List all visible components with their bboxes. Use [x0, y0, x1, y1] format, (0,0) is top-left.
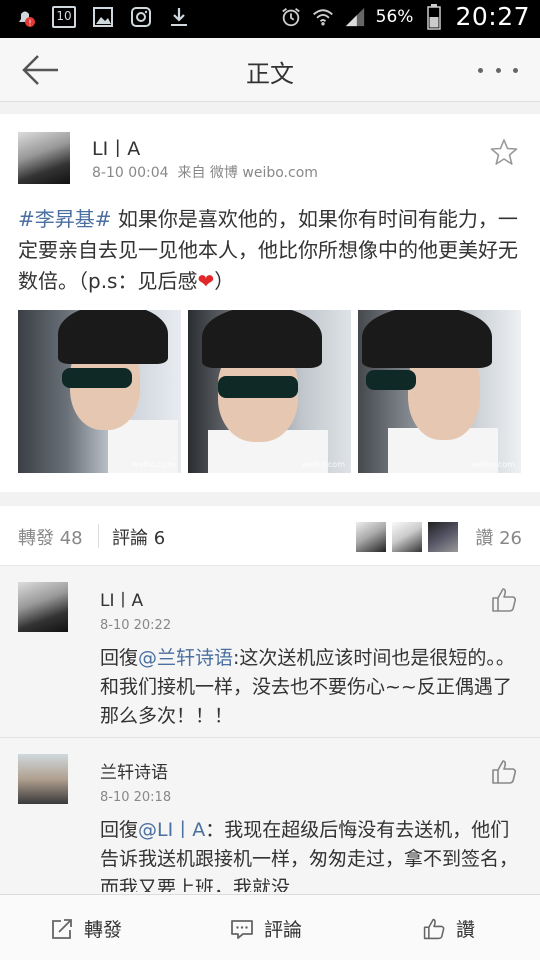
signal-icon: [344, 5, 366, 29]
post-stats-bar: 轉發 48 評論 6 讚 26: [0, 506, 540, 566]
avatar[interactable]: [392, 522, 422, 552]
post-photo[interactable]: weibo.com: [358, 310, 521, 473]
photo-watermark: weibo.com: [131, 460, 175, 469]
comment-like-button[interactable]: [490, 758, 518, 786]
alarm-icon: [280, 5, 302, 29]
mention-link[interactable]: @兰轩诗语: [138, 647, 233, 669]
post-time: 8-10 00:04: [92, 165, 169, 181]
post-body-end: ）: [214, 269, 235, 293]
repost-button[interactable]: 轉發: [50, 915, 122, 942]
download-icon: [168, 5, 190, 29]
avatar[interactable]: [18, 582, 68, 632]
comment-count-tab[interactable]: 評論 6: [112, 524, 165, 550]
comment-button[interactable]: 評論: [230, 915, 302, 942]
like-button[interactable]: 讚: [422, 915, 475, 942]
like-count-tab[interactable]: 讚 26: [475, 524, 522, 550]
bell-alert-icon: !: [14, 5, 36, 29]
comment-author[interactable]: 兰轩诗语: [100, 758, 168, 783]
post-source: 来自 微博 weibo.com: [177, 165, 318, 181]
page-header: 正文: [0, 38, 540, 102]
avatar[interactable]: [18, 132, 70, 184]
comment-bubble-icon: [231, 919, 253, 939]
comment-item: 兰轩诗语 8-10 20:18 回復@LI丨A：我现在超级后悔没有去送机，他们告…: [0, 738, 540, 894]
repost-count-tab[interactable]: 轉發 48: [18, 524, 83, 550]
comment-text: 回復@LI丨A：我现在超级后悔没有去送机，他们告诉我送机跟接机一样，匆匆走过，拿…: [100, 816, 520, 892]
star-outline-icon: [490, 139, 518, 165]
comment-text: 回復@兰轩诗语:这次送机应该时间也是很短的。。和我们接机一样，没去也不要伤心~~…: [100, 644, 520, 731]
avatar[interactable]: [428, 522, 458, 552]
weibo-post: LI丨A 8-10 00:04 来自 微博 weibo.com #李昇基# 如果…: [0, 114, 540, 492]
notification-icons: ! 10: [14, 5, 190, 29]
share-icon: [52, 918, 72, 939]
status-bar: ! 10 56% 20:27: [0, 0, 540, 38]
post-photo[interactable]: weibo.com: [188, 310, 351, 473]
gallery-icon: [92, 5, 114, 29]
repost-label: 轉發: [84, 919, 123, 941]
wifi-icon: [312, 5, 334, 29]
comment-time: 8-10 20:18: [100, 790, 172, 805]
reply-prefix: 回復: [100, 647, 139, 669]
post-text: #李昇基# 如果你是喜欢他的，如果你有时间有能力，一定要亲自去见一见他本人，他比…: [18, 204, 524, 297]
divider: [98, 524, 99, 548]
more-dots-icon: [478, 67, 483, 73]
post-meta: 8-10 00:04 来自 微博 weibo.com: [92, 162, 318, 182]
thumbs-up-icon: [492, 760, 517, 784]
author-name[interactable]: LI丨A: [92, 134, 140, 161]
calendar-icon: 10: [52, 6, 76, 28]
photo-watermark: weibo.com: [471, 460, 515, 469]
comment-author[interactable]: LI丨A: [100, 586, 143, 611]
hashtag-link[interactable]: #李昇基#: [18, 207, 112, 231]
reply-prefix: 回復: [100, 819, 139, 841]
like-label: 讚: [456, 919, 476, 941]
battery-icon: [423, 3, 445, 30]
favorite-button[interactable]: [490, 138, 518, 166]
instagram-icon: [130, 5, 152, 29]
mention-link[interactable]: @LI丨A: [138, 819, 205, 841]
comment-time: 8-10 20:22: [100, 618, 172, 633]
heart-emoji: ❤: [197, 269, 215, 293]
avatar[interactable]: [356, 522, 386, 552]
system-status: 56% 20:27: [280, 2, 530, 31]
liker-avatars[interactable]: [356, 522, 458, 552]
photo-grid: weibo.com weibo.com weibo.com: [18, 310, 521, 473]
comment-label: 評論: [264, 919, 303, 941]
bottom-action-bar: 轉發 評論 讚: [0, 894, 540, 960]
page-title: 正文: [246, 60, 294, 88]
photo-watermark: weibo.com: [301, 460, 345, 469]
clock: 20:27: [455, 2, 530, 31]
svg-text:!: !: [28, 19, 31, 28]
avatar[interactable]: [18, 754, 68, 804]
battery-percentage: 56%: [375, 6, 414, 27]
comment-like-button[interactable]: [490, 586, 518, 614]
more-options-button[interactable]: [478, 56, 518, 84]
thumbs-up-icon: [423, 918, 445, 939]
post-photo[interactable]: weibo.com: [18, 310, 181, 473]
comment-item: LI丨A 8-10 20:22 回復@兰轩诗语:这次送机应该时间也是很短的。。和…: [0, 566, 540, 738]
thumbs-up-icon: [492, 588, 517, 612]
